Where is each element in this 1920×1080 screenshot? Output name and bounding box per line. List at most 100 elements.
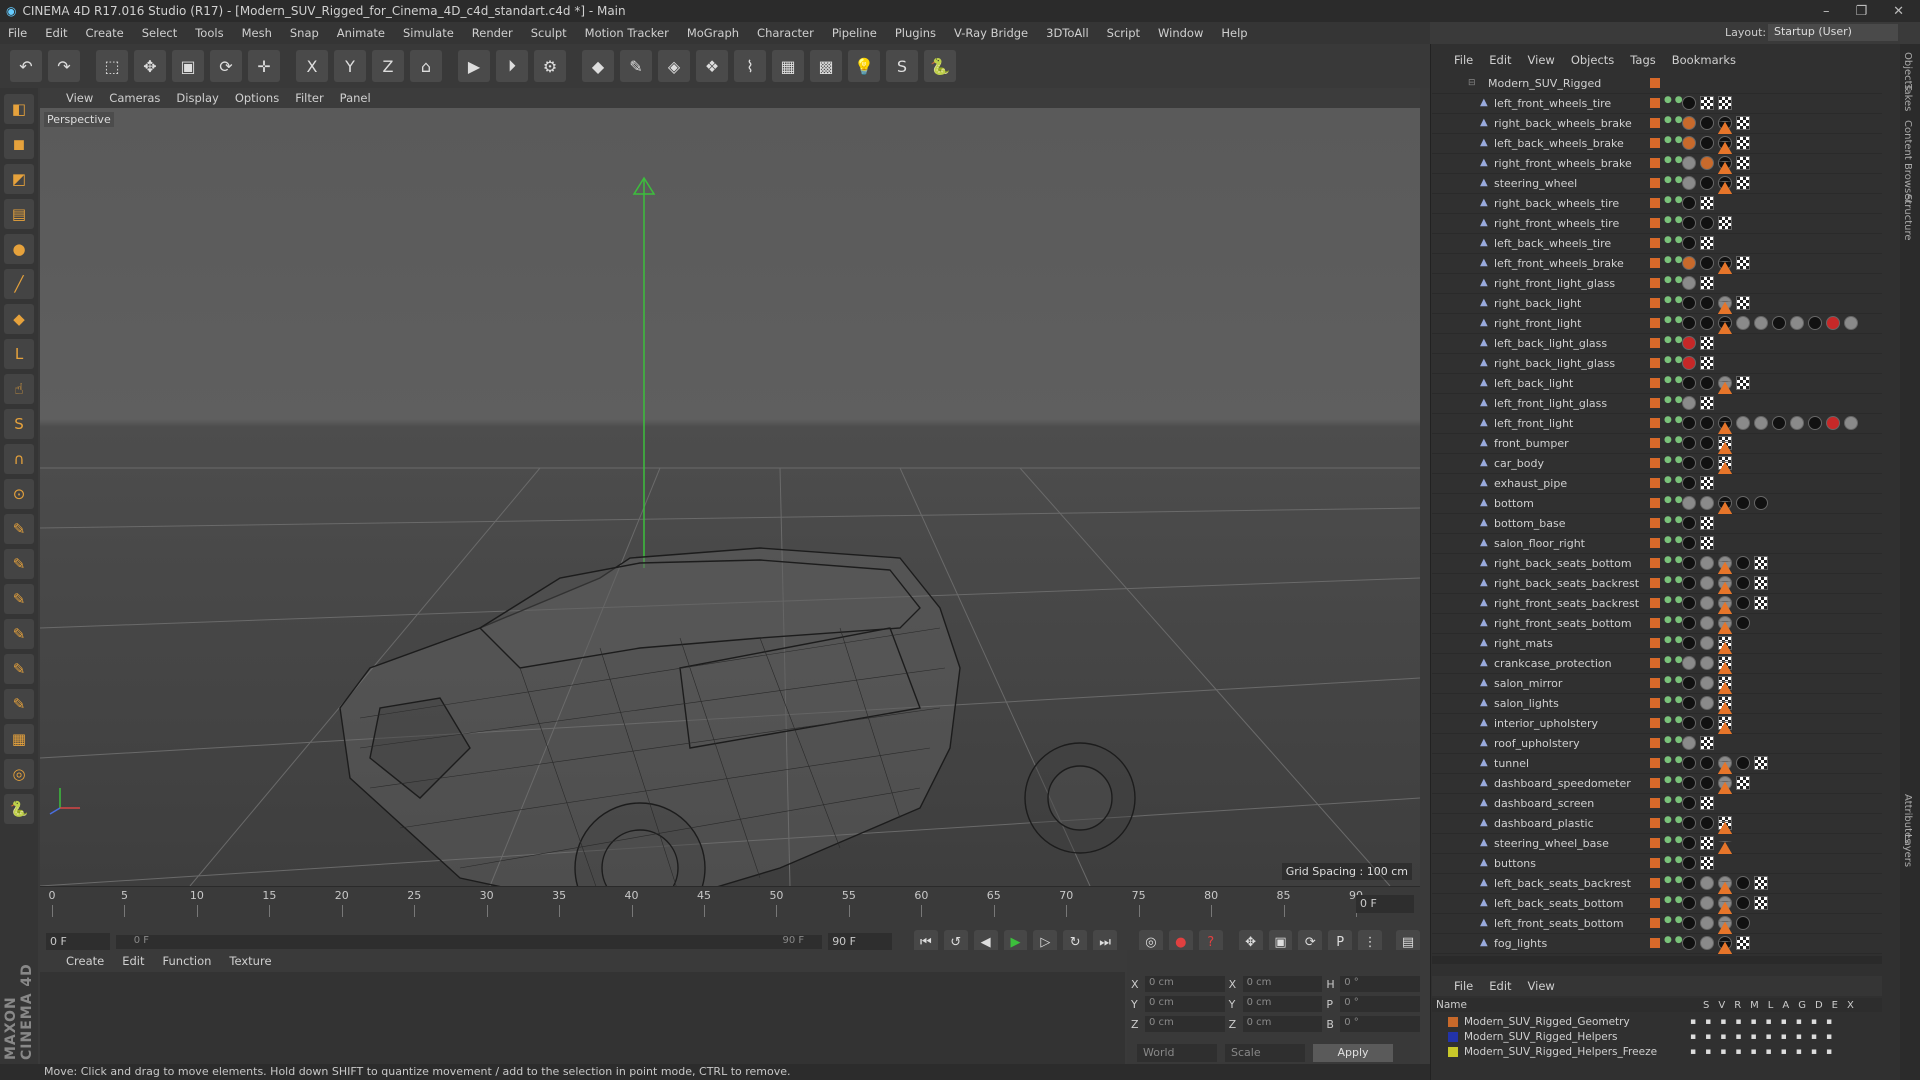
object-row[interactable]: ▲ buttons ● ● (1432, 854, 1882, 874)
texture-tag-icon[interactable] (1736, 376, 1750, 390)
visibility-dots-icon[interactable]: ● ● (1664, 516, 1683, 525)
object-row[interactable]: ▲ front_bumper ● ● (1432, 434, 1882, 454)
visibility-dots-icon[interactable]: ● ● (1664, 496, 1683, 505)
phong-tag-icon[interactable] (1718, 161, 1732, 174)
visibility-dots-icon[interactable]: ● ● (1664, 156, 1683, 165)
texture-tag-icon[interactable] (1736, 256, 1750, 270)
restore-icon[interactable]: ❐ (1855, 4, 1867, 19)
phong-tag-icon[interactable] (1718, 441, 1732, 454)
material-tag-icon[interactable] (1700, 676, 1714, 690)
visibility-dots-icon[interactable]: ● ● (1664, 296, 1683, 305)
phong-tag-icon[interactable] (1718, 621, 1732, 634)
object-row[interactable]: ▲ right_back_light ● ● (1432, 294, 1882, 314)
magnet-icon[interactable]: ∩ (4, 444, 34, 474)
visibility-dots-icon[interactable]: ● ● (1664, 816, 1683, 825)
visibility-dots-icon[interactable]: ● ● (1664, 116, 1683, 125)
visibility-dots-icon[interactable]: ● ● (1664, 896, 1683, 905)
texture-tag-icon[interactable] (1700, 96, 1714, 110)
phong-tag-icon[interactable] (1718, 681, 1732, 694)
object-row[interactable]: ▲ interior_upholstery ● ● (1432, 714, 1882, 734)
material-tag-icon[interactable] (1682, 616, 1696, 630)
apply-button[interactable]: Apply (1313, 1044, 1393, 1062)
object-row[interactable]: ▲ left_back_seats_bottom ● ● (1432, 894, 1882, 914)
layer-color-icon[interactable] (1650, 238, 1660, 248)
object-row[interactable]: ▲ left_front_seats_bottom ● ● (1432, 914, 1882, 934)
visibility-dots-icon[interactable]: ● ● (1664, 416, 1683, 425)
texture-tag-icon[interactable] (1700, 516, 1714, 530)
visibility-dots-icon[interactable]: ● ● (1664, 836, 1683, 845)
texture-tag-icon[interactable] (1700, 396, 1714, 410)
object-row[interactable]: ▲ car_body ● ● (1432, 454, 1882, 474)
side-tab-layers[interactable]: Layers (1902, 834, 1913, 867)
redo-icon[interactable]: ↷ (48, 50, 80, 82)
texture-tag-icon[interactable] (1700, 796, 1714, 810)
manager-icon[interactable]: ▪ (1735, 1017, 1741, 1027)
xref-icon[interactable]: ▪ (1826, 1032, 1832, 1042)
visibility-dots-icon[interactable]: ● ● (1664, 616, 1683, 625)
world-coords-icon[interactable]: ⌂ (410, 50, 442, 82)
layer-color-icon[interactable] (1650, 858, 1660, 868)
coord-rotation-field[interactable]: 0 ° (1340, 976, 1420, 992)
material-tag-icon[interactable] (1682, 176, 1696, 190)
visibility-dots-icon[interactable]: ● ● (1664, 536, 1683, 545)
material-tag-icon[interactable] (1682, 516, 1696, 530)
texture-tag-icon[interactable] (1754, 756, 1768, 770)
texture-tag-icon[interactable] (1700, 836, 1714, 850)
material-tag-icon[interactable] (1682, 396, 1696, 410)
visibility-dots-icon[interactable]: ● ● (1664, 256, 1683, 265)
visibility-dots-icon[interactable]: ● ● (1664, 576, 1683, 585)
menu-mesh[interactable]: Mesh (242, 26, 272, 40)
object-row[interactable]: ▲ bottom ● ● (1432, 494, 1882, 514)
material-tag-icon[interactable] (1772, 416, 1786, 430)
deform-icon[interactable]: ▪ (1796, 1047, 1802, 1057)
menu-motion-tracker[interactable]: Motion Tracker (585, 26, 669, 40)
material-tag-icon[interactable] (1682, 416, 1696, 430)
layer-color-icon[interactable] (1650, 458, 1660, 468)
layer-color-icon[interactable] (1650, 498, 1660, 508)
material-tag-icon[interactable] (1790, 316, 1804, 330)
visibility-dots-icon[interactable]: ● ● (1664, 136, 1683, 145)
menu-window[interactable]: Window (1158, 26, 1203, 40)
material-tag-icon[interactable] (1700, 816, 1714, 830)
material-tag-icon[interactable] (1682, 836, 1696, 850)
material-tag-icon[interactable] (1736, 576, 1750, 590)
visibility-dots-icon[interactable]: ● ● (1664, 696, 1683, 705)
array-icon[interactable]: ❖ (696, 50, 728, 82)
layer-row[interactable]: Modern_SUV_Rigged_Helpers ▪ ▪ ▪ ▪ ▪ ▪ ▪ ▪ ▪ ▪ (1432, 1029, 1882, 1044)
material-menu-function[interactable]: Function (163, 954, 212, 972)
material-tag-icon[interactable] (1844, 316, 1858, 330)
object-row[interactable]: ▲ right_front_seats_backrest ● ● (1432, 594, 1882, 614)
material-tag-icon[interactable] (1700, 216, 1714, 230)
material-tag-icon[interactable] (1736, 896, 1750, 910)
material-tag-icon[interactable] (1700, 756, 1714, 770)
deform-icon[interactable]: ▪ (1796, 1032, 1802, 1042)
object-row[interactable]: ▲ crankcase_protection ● ● (1432, 654, 1882, 674)
phong-tag-icon[interactable] (1718, 321, 1732, 334)
layer-color-icon[interactable] (1650, 278, 1660, 288)
layer-row[interactable]: Modern_SUV_Rigged_Geometry ▪ ▪ ▪ ▪ ▪ ▪ ▪ ▪ ▪ ▪ (1432, 1014, 1882, 1029)
brush6-icon[interactable]: ✎ (4, 689, 34, 719)
pen-icon[interactable]: ✎ (620, 50, 652, 82)
material-tag-icon[interactable] (1682, 496, 1696, 510)
viewport-menu-filter[interactable]: Filter (295, 91, 323, 105)
coord-mode-select[interactable]: World (1137, 1044, 1217, 1062)
object-row[interactable]: ▲ tunnel ● ● (1432, 754, 1882, 774)
texture-tag-icon[interactable] (1736, 116, 1750, 130)
coord-size-field[interactable]: 0 cm (1242, 1016, 1323, 1032)
phong-tag-icon[interactable] (1718, 141, 1732, 154)
object-row[interactable]: ▲ bottom_base ● ● (1432, 514, 1882, 534)
material-tag-icon[interactable] (1682, 96, 1696, 110)
layer-color-icon[interactable] (1650, 898, 1660, 908)
phong-tag-icon[interactable] (1718, 501, 1732, 514)
menu-3dtoall[interactable]: 3DToAll (1046, 26, 1089, 40)
material-tag-icon[interactable] (1682, 116, 1696, 130)
material-tag-icon[interactable] (1682, 696, 1696, 710)
axis-icon[interactable]: L (4, 339, 34, 369)
layer-color-icon[interactable] (1650, 778, 1660, 788)
object-row[interactable]: ▲ fog_lights ● ● (1432, 934, 1882, 954)
material-tag-icon[interactable] (1682, 376, 1696, 390)
object-row[interactable]: ▲ left_back_light ● ● (1432, 374, 1882, 394)
visibility-dots-icon[interactable]: ● ● (1664, 216, 1683, 225)
z-axis-icon[interactable]: Z (372, 50, 404, 82)
layer-color-icon[interactable] (1650, 598, 1660, 608)
